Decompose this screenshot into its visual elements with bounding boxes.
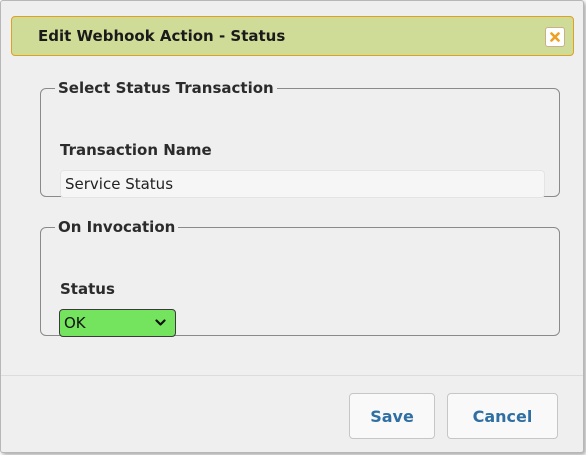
transaction-legend: Select Status Transaction [58,79,274,97]
close-button[interactable] [545,27,565,47]
transaction-name-input[interactable] [60,170,545,198]
invocation-fieldset: On Invocation Status OK [40,218,560,337]
save-button[interactable]: Save [349,393,435,439]
webhook-action-dialog: Edit Webhook Action - Status Select Stat… [0,0,584,453]
status-selected-value: OK [64,314,86,332]
cancel-button[interactable]: Cancel [447,393,558,439]
dialog-titlebar[interactable]: Edit Webhook Action - Status [11,16,574,56]
footer-divider [1,375,583,376]
invocation-legend: On Invocation [58,218,176,236]
status-label: Status [60,280,115,298]
transaction-fieldset: Select Status Transaction Transaction Na… [40,79,560,198]
chevron-down-icon [155,319,166,326]
status-select[interactable]: OK [59,309,176,337]
close-icon [550,32,560,42]
dialog-title: Edit Webhook Action - Status [38,27,286,45]
transaction-name-label: Transaction Name [60,141,212,159]
